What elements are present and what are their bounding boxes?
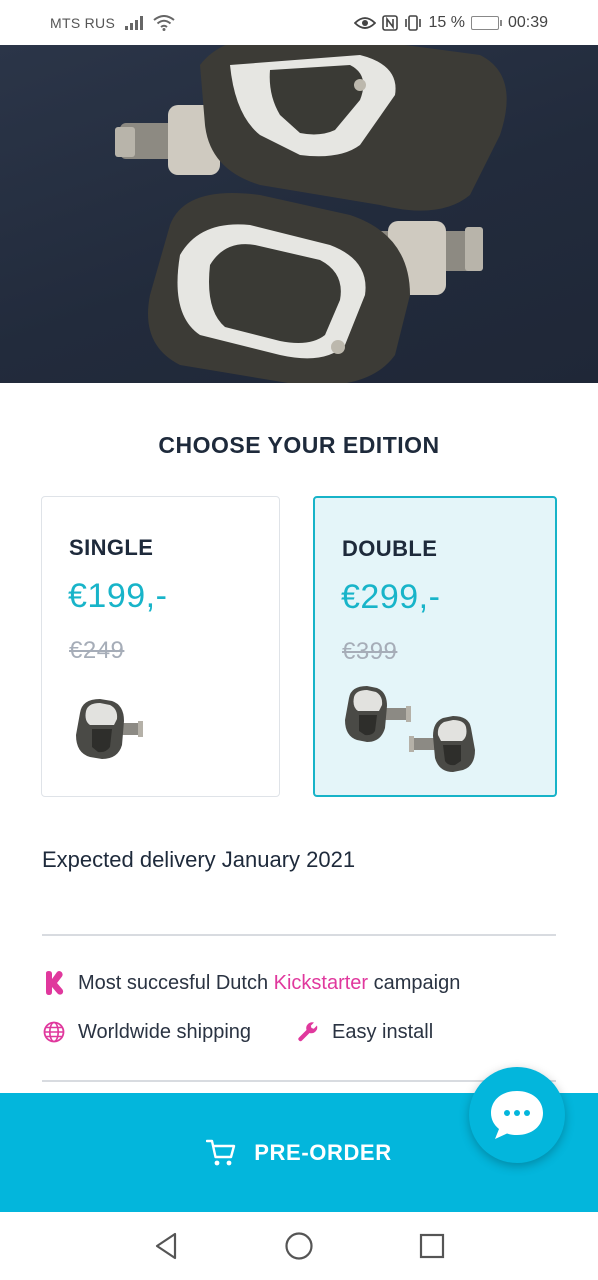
shipping-label: Worldwide shipping: [78, 1020, 252, 1043]
feature-shipping: Worldwide shipping: [42, 1020, 251, 1044]
edition-name: SINGLE: [69, 535, 154, 560]
wrench-icon: [296, 1020, 320, 1044]
system-nav-bar: [0, 1212, 598, 1280]
install-label: Easy install: [332, 1020, 434, 1043]
chat-button[interactable]: [469, 1067, 565, 1163]
edition-price: €199,-: [68, 577, 168, 615]
kickstarter-link[interactable]: Kickstarter: [274, 972, 368, 995]
pre-order-label: PRE-ORDER: [254, 1139, 392, 1165]
clock: 00:39: [507, 13, 548, 31]
kickstarter-icon: [42, 971, 66, 995]
nfc-icon: [382, 14, 399, 31]
feature-kickstarter: Most succesful Dutch Kickstarter campaig…: [42, 971, 460, 995]
single-pedal-icon: [76, 699, 143, 759]
delivery-text: Expected delivery January 2021: [42, 847, 356, 872]
edition-card-single[interactable]: SINGLE €199,- €249: [41, 496, 280, 797]
chat-bubble-icon: [491, 1091, 543, 1139]
eye-icon: [354, 16, 377, 29]
vibrate-icon: [405, 14, 422, 31]
signal-icon: [125, 15, 144, 30]
edition-card-double[interactable]: DOUBLE €299,- €399: [313, 496, 557, 797]
carrier-label: MTS RUS: [50, 14, 116, 31]
battery-percent: 15 %: [428, 13, 465, 31]
battery-icon: [470, 15, 502, 30]
edition-price: €299,-: [341, 578, 441, 616]
kickstarter-suffix: campaign: [368, 971, 461, 994]
cart-icon: [206, 1139, 236, 1167]
edition-old-price: €249: [69, 637, 125, 664]
wifi-icon: [153, 14, 175, 31]
status-bar: MTS RUS 15 % 00:39: [0, 0, 598, 45]
divider: [42, 1080, 556, 1082]
edition-old-price: €399: [342, 638, 398, 665]
globe-icon: [42, 1020, 66, 1044]
kickstarter-prefix: Most succesful Dutch: [78, 971, 274, 994]
double-pedal-icon: [345, 686, 475, 772]
bike-pedals-photo: [115, 45, 507, 383]
home-icon[interactable]: [284, 1231, 314, 1261]
back-icon[interactable]: [152, 1231, 180, 1261]
feature-install: Easy install: [296, 1020, 433, 1044]
edition-name: DOUBLE: [342, 536, 438, 561]
divider: [42, 934, 556, 936]
recents-icon[interactable]: [418, 1232, 446, 1260]
edition-title: CHOOSE YOUR EDITION: [158, 432, 440, 458]
hero-image: [0, 45, 598, 383]
